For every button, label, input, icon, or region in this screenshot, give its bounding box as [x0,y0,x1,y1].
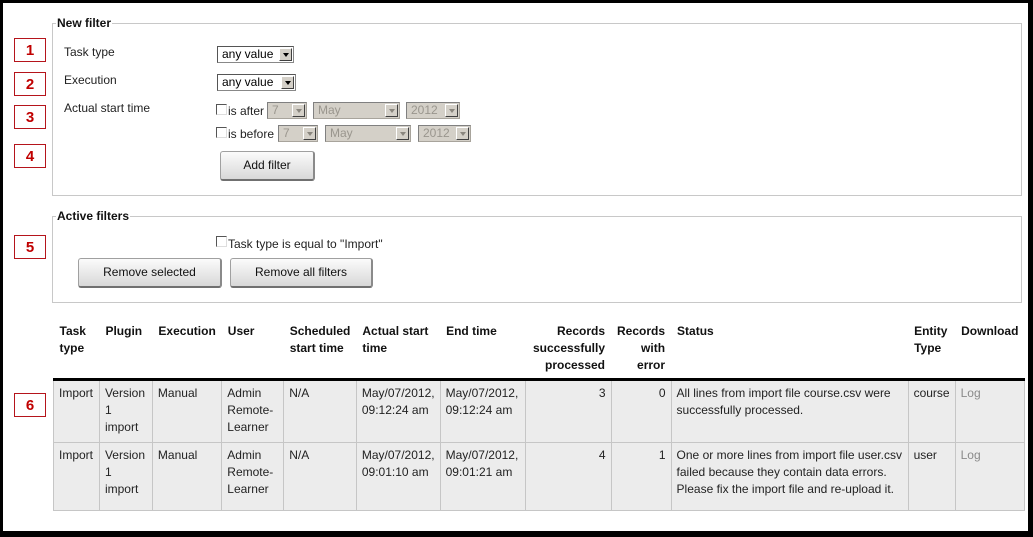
cell-execution: Manual [151,442,223,511]
active-filter-checkbox[interactable] [216,236,227,247]
is-before-label: is before [228,127,275,141]
task-type-value: any value [222,47,274,61]
cell-actual-start: May/07/2012, 09:12:24 am [355,379,441,443]
chevron-down-icon [396,127,409,140]
task-log-table: Task type Plugin Execution User Schedule… [53,319,1026,511]
after-month-value: May [318,103,341,117]
active-filters-legend: Active filters [57,209,130,223]
cell-status: One or more lines from import file user.… [670,442,909,511]
chevron-down-icon [445,104,458,117]
col-entity-type[interactable]: Entity Type [908,319,956,381]
new-filter-section: New filter [52,16,1022,196]
chevron-down-icon [281,76,294,89]
cell-entity-type: user [907,442,956,511]
task-type-select[interactable]: any value [217,46,294,63]
cell-user: Admin Remote-Learner [221,442,285,511]
col-download[interactable]: Download [955,319,1025,381]
cell-records-error: 0 [610,379,672,443]
after-day-value: 7 [272,103,279,117]
cell-download: Log [954,442,1026,511]
callout-3: 3 [14,105,46,129]
cell-task-type: Import [53,379,100,443]
active-filter-label: Task type is equal to "Import" [228,237,383,251]
page-canvas: 1 2 3 4 5 6 New filter Task type any val… [3,3,1028,531]
before-day-value: 7 [283,126,290,140]
execution-select[interactable]: any value [217,74,296,91]
chevron-down-icon [279,48,292,61]
cell-task-type: Import [53,442,100,511]
cell-status: All lines from import file course.csv we… [670,379,909,443]
col-scheduled-start-time[interactable]: Scheduled start time [283,319,357,381]
callout-1: 1 [14,38,46,62]
table-row: Import Version 1 import Manual Admin Rem… [53,442,1026,511]
cell-actual-start: May/07/2012, 09:01:10 am [355,442,441,511]
before-year-value: 2012 [423,126,450,140]
after-year-select[interactable]: 2012 [406,102,460,119]
cell-download: Log [954,379,1026,443]
cell-scheduled-start: N/A [283,379,357,443]
col-plugin[interactable]: Plugin [99,319,153,381]
is-after-checkbox[interactable] [216,104,227,115]
col-records-error[interactable]: Records with error [611,319,672,381]
col-execution[interactable]: Execution [152,319,222,381]
cell-end-time: May/07/2012, 09:01:21 am [439,442,526,511]
task-type-label: Task type [64,45,115,59]
chevron-down-icon [303,127,316,140]
cell-records-error: 1 [610,442,672,511]
before-month-value: May [330,126,353,140]
callout-2: 2 [14,72,46,96]
cell-records-success: 4 [524,442,612,511]
cell-execution: Manual [151,379,223,443]
cell-user: Admin Remote-Learner [221,379,285,443]
table-header-row: Task type Plugin Execution User Schedule… [53,319,1025,381]
callout-5: 5 [14,235,46,259]
remove-all-filters-button[interactable]: Remove all filters [230,258,373,288]
col-records-success[interactable]: Records successfully processed [525,319,612,381]
cell-plugin: Version 1 import [98,442,153,511]
execution-label: Execution [64,73,117,87]
before-day-select[interactable]: 7 [278,125,318,142]
cell-end-time: May/07/2012, 09:12:24 am [439,379,526,443]
table-row: Import Version 1 import Manual Admin Rem… [53,379,1026,443]
is-before-checkbox[interactable] [216,127,227,138]
execution-value: any value [222,75,274,89]
col-actual-start-time[interactable]: Actual start time [356,319,441,381]
col-end-time[interactable]: End time [440,319,526,381]
add-filter-button[interactable]: Add filter [220,151,315,181]
chevron-down-icon [385,104,398,117]
callout-6: 6 [14,393,46,417]
cell-scheduled-start: N/A [283,442,357,511]
is-after-label: is after [228,104,265,118]
after-year-value: 2012 [411,103,438,117]
chevron-down-icon [292,104,305,117]
cell-entity-type: course [907,379,956,443]
col-user[interactable]: User [221,319,284,381]
actual-start-time-label: Actual start time [64,101,151,115]
remove-selected-button[interactable]: Remove selected [78,258,222,288]
log-link[interactable]: Log [961,448,981,462]
before-year-select[interactable]: 2012 [418,125,471,142]
active-filters-section: Active filters [52,209,1022,303]
col-task-type[interactable]: Task type [53,319,100,381]
cell-records-success: 3 [524,379,612,443]
new-filter-legend: New filter [57,16,112,30]
log-link[interactable]: Log [961,386,981,400]
callout-4: 4 [14,144,46,168]
chevron-down-icon [456,127,469,140]
col-status[interactable]: Status [671,319,909,381]
after-day-select[interactable]: 7 [267,102,307,119]
after-month-select[interactable]: May [313,102,400,119]
cell-plugin: Version 1 import [98,379,153,443]
before-month-select[interactable]: May [325,125,411,142]
